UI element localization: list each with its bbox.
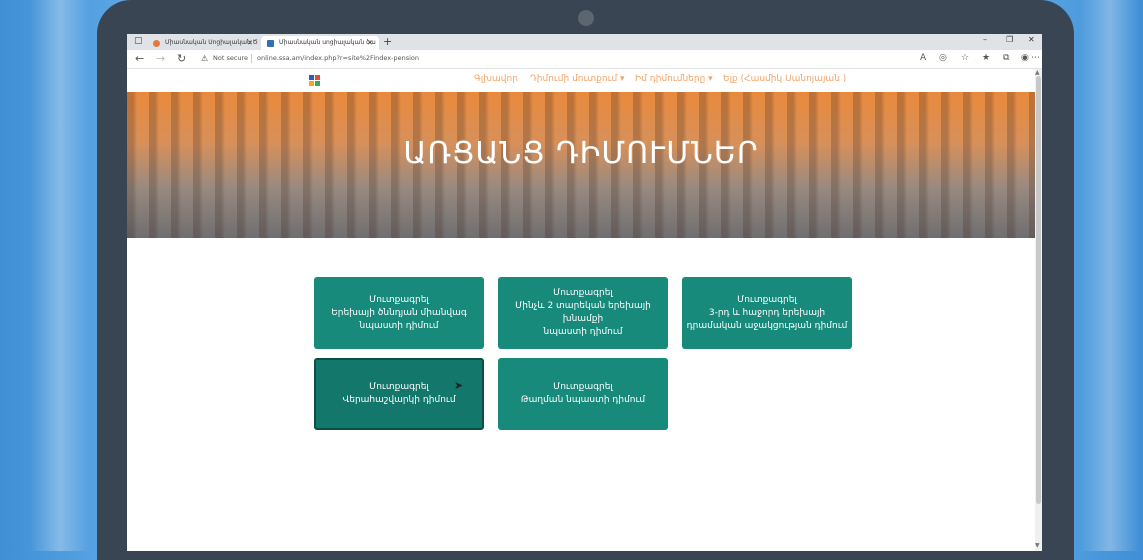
new-tab-icon[interactable]: + — [383, 35, 392, 48]
card-line: Մուտքագրել — [553, 382, 613, 392]
card-recalculation[interactable]: Մուտքագրել Վերահաշվարկի դիմում — [314, 358, 484, 430]
card-line: Վերահաշվարկի դիմում — [342, 395, 456, 405]
card-line: Մուտքագրել — [369, 294, 429, 305]
site-logo-icon[interactable] — [309, 75, 320, 86]
close-tab-icon[interactable]: ✕ — [367, 36, 373, 50]
browser-tab-1[interactable]: Միասնական Սոցիալական Ծ ✕ — [147, 36, 259, 50]
profile-icon[interactable]: ◉ — [1021, 53, 1029, 63]
tab-title: Միասնական Սոցիալական Ծ — [165, 39, 258, 46]
restore-icon[interactable]: ❐ — [1006, 35, 1013, 44]
reload-icon[interactable]: ↻ — [177, 52, 186, 65]
close-tab-icon[interactable]: ✕ — [247, 36, 253, 50]
nav-home[interactable]: Գլխավոր — [474, 74, 518, 84]
nav-application-entry[interactable]: Դիմումի մուտքում ▾ — [530, 74, 625, 84]
card-line: Մուտքագրել — [737, 294, 797, 305]
url-field[interactable]: online.ssa.am/index.php?r=site%2Findex-p… — [257, 54, 419, 62]
collections-icon[interactable]: ⧉ — [1003, 53, 1009, 63]
site-favicon-icon — [267, 40, 274, 47]
card-third-child-support[interactable]: Մուտքագրել 3-րդ և հաջորդ երեխայի դրամակա… — [682, 277, 852, 349]
card-line: Մուտքագրել — [553, 288, 613, 298]
forward-icon[interactable]: → — [156, 52, 165, 65]
nav-my-applications[interactable]: Իմ դիմումները ▾ — [635, 74, 713, 84]
card-line: 3-րդ և հաջորդ երեխայի — [708, 307, 826, 318]
close-window-icon[interactable]: ✕ — [1028, 35, 1035, 44]
security-label[interactable]: Not secure — [213, 54, 248, 62]
card-line: նպաստի դիմում — [359, 320, 439, 331]
browser-window: ▢ Միասնական Սոցիալական Ծ ✕ Միասնական սոց… — [127, 34, 1042, 551]
card-birth-benefit[interactable]: Մուտքագրել Երեխայի ծննդյան միանվագ նպաստ… — [314, 277, 484, 349]
site-favicon-icon — [153, 40, 160, 47]
card-line: նպաստի դիմում — [543, 327, 623, 337]
mouse-cursor-icon: ➤ — [454, 379, 464, 392]
favorites-list-icon[interactable]: ★ — [982, 53, 990, 63]
nav-logout[interactable]: Ելք (Հասմիկ Սանոյայան ) — [723, 74, 846, 84]
minimize-icon[interactable]: – — [983, 35, 987, 44]
scroll-down-icon[interactable]: ▼ — [1035, 542, 1040, 549]
favorite-icon[interactable]: ☆ — [961, 53, 969, 63]
warning-icon[interactable]: ⚠ — [201, 54, 208, 63]
card-line: Մինչև 2 տարեկան երեխայի խնամքի — [515, 301, 651, 324]
address-separator — [251, 54, 252, 63]
tab-bar: ▢ Միասնական Սոցիալական Ծ ✕ Միասնական սոց… — [127, 34, 1042, 50]
card-line: դրամական աջակցության դիմում — [686, 320, 848, 331]
tab-actions-icon[interactable]: ▢ — [134, 36, 143, 46]
card-funeral-benefit[interactable]: Մուտքագրել Թաղման նպաստի դիմում — [498, 358, 668, 430]
scroll-up-icon[interactable]: ▲ — [1035, 69, 1040, 76]
back-icon[interactable]: ← — [135, 52, 144, 65]
hero-banner: ԱՌՑԱՆՑ ԴԻՄՈՒՄՆԵՐ — [127, 92, 1035, 238]
card-line: Երեխայի ծննդյան միանվագ — [331, 307, 467, 318]
card-childcare-benefit[interactable]: Մուտքագրել Մինչև 2 տարեկան երեխայի խնամք… — [498, 277, 668, 349]
scrollbar-thumb[interactable] — [1036, 76, 1041, 504]
tracking-icon[interactable]: ◎ — [939, 53, 947, 63]
more-menu-icon[interactable]: ⋯ — [1031, 53, 1040, 63]
address-bar: ← → ↻ ⚠ Not secure online.ssa.am/index.p… — [127, 50, 1042, 69]
browser-tab-2[interactable]: Միասնական սոցիալական ծա ✕ — [261, 36, 379, 50]
webcam — [578, 10, 594, 26]
page-title: ԱՌՑԱՆՑ ԴԻՄՈՒՄՆԵՐ — [403, 136, 759, 171]
card-line: Թաղման նպաստի դիմում — [520, 395, 646, 405]
tab-title: Միասնական սոցիալական ծա — [279, 39, 376, 46]
read-aloud-icon[interactable]: A — [920, 53, 926, 63]
site-navbar: Գլխավոր Դիմումի մուտքում ▾ Իմ դիմումները… — [127, 69, 1035, 91]
